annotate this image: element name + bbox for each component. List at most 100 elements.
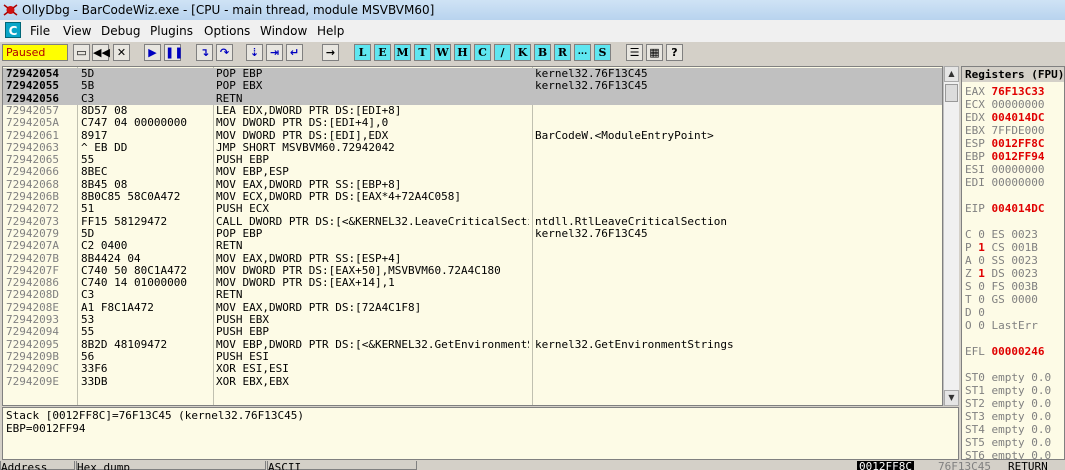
register-line[interactable]: D 0 [965, 306, 992, 319]
register-line[interactable] [965, 189, 972, 202]
register-line[interactable]: C 0 ES 0023 [965, 228, 1038, 241]
register-line[interactable]: ESP 0012FF8C [965, 137, 1044, 150]
colors-icon[interactable]: ▦ [646, 44, 663, 61]
step-over-icon[interactable]: ↷ [216, 44, 233, 61]
disasm-row[interactable]: 72942068 8B45 08 MOV EAX,DWORD PTR SS:[EBP… [3, 179, 942, 191]
run-trace-window-button[interactable]: ... [574, 44, 591, 61]
disasm-row[interactable]: 72942079 5D POP EBP kernel32.76F13C45 [3, 228, 942, 240]
menu-file[interactable]: File [30, 24, 50, 38]
execute-till-return-icon[interactable]: ↵ [286, 44, 303, 61]
open-icon[interactable]: ▭ [73, 44, 90, 61]
register-line[interactable]: EBP 0012FF94 [965, 150, 1044, 163]
register-line[interactable]: EFL 00000246 [965, 345, 1044, 358]
disassembly-scrollbar[interactable]: ▲ ▼ [943, 66, 959, 406]
disasm-row[interactable]: 7294209B 56 PUSH ESI [3, 351, 942, 363]
register-line[interactable] [965, 358, 972, 371]
handles-window-button[interactable]: H [454, 44, 471, 61]
appearance-icon[interactable]: ☰ [626, 44, 643, 61]
menu-plugins[interactable]: Plugins [150, 24, 193, 38]
scroll-down-icon[interactable]: ▼ [944, 390, 959, 406]
dump-hex-header[interactable]: Hex dump [76, 461, 266, 470]
register-line[interactable]: Z 1 DS 0023 [965, 267, 1038, 280]
register-line[interactable]: ST5 empty 0.0 [965, 436, 1051, 449]
step-into-icon[interactable]: ↴ [196, 44, 213, 61]
register-line[interactable]: ECX 00000000 [965, 98, 1044, 111]
disasm-row[interactable]: 72942094 55 PUSH EBP [3, 326, 942, 338]
restart-icon[interactable]: ◀◀ [92, 44, 110, 61]
help-icon[interactable]: ? [666, 44, 683, 61]
run-icon[interactable]: ▶ [144, 44, 161, 61]
register-line[interactable] [965, 215, 972, 228]
register-line[interactable]: ST2 empty 0.0 [965, 397, 1051, 410]
disasm-row[interactable]: 72942066 8BEC MOV EBP,ESP [3, 166, 942, 178]
registers-header[interactable]: Registers (FPU) [962, 67, 1064, 82]
disasm-row[interactable]: 72942093 53 PUSH EBX [3, 314, 942, 326]
disasm-row[interactable]: 72942086 C740 14 01000000 MOV DWORD PTR DS… [3, 277, 942, 289]
disasm-row[interactable]: 7294209E 33DB XOR EBX,EBX [3, 376, 942, 388]
disasm-row[interactable]: 72942095 8B2D 48109472 MOV EBP,DWORD PTR D… [3, 339, 942, 351]
register-line[interactable]: ST4 empty 0.0 [965, 423, 1051, 436]
registers-pane[interactable]: Registers (FPU) EAX 76F13C33 ECX 00000000… [961, 66, 1065, 460]
register-line[interactable]: O 0 LastErr [965, 319, 1038, 332]
disasm-row[interactable]: 7294208E A1 F8C1A472 MOV EAX,DWORD PTR DS:… [3, 302, 942, 314]
trace-into-icon[interactable]: ⇣ [246, 44, 263, 61]
menu-view[interactable]: View [63, 24, 91, 38]
register-line[interactable]: ST0 empty 0.0 [965, 371, 1051, 384]
stack-selected-address[interactable]: 0012FF8C [857, 461, 914, 470]
log-window-button[interactable]: L [354, 44, 371, 61]
dump-ascii-header[interactable]: ASCII [267, 461, 417, 470]
disasm-row[interactable]: 7294207B 8B4424 04 MOV EAX,DWORD PTR SS:[E… [3, 253, 942, 265]
register-line[interactable]: ST1 empty 0.0 [965, 384, 1051, 397]
source-window-button[interactable]: S [594, 44, 611, 61]
pause-icon[interactable]: ❚❚ [164, 44, 183, 61]
close-icon[interactable]: ✕ [113, 44, 130, 61]
patches-window-button[interactable]: / [494, 44, 511, 61]
register-line[interactable]: A 0 SS 0023 [965, 254, 1038, 267]
threads-window-button[interactable]: T [414, 44, 431, 61]
disasm-row[interactable]: 72942065 55 PUSH EBP [3, 154, 942, 166]
disasm-row[interactable]: 72942072 51 PUSH ECX [3, 203, 942, 215]
disasm-row[interactable]: 72942056 C3 RETN [3, 92, 942, 105]
disassembly-pane[interactable]: 72942054 5D POP EBP kernel32.76F13C45 729420… [2, 66, 943, 406]
disasm-row[interactable]: 72942061 8917 MOV DWORD PTR DS:[EDI],EDX Ba… [3, 130, 942, 142]
call-stack-window-button[interactable]: K [514, 44, 531, 61]
trace-over-icon[interactable]: ⇥ [266, 44, 283, 61]
menu-debug[interactable]: Debug [101, 24, 140, 38]
register-line[interactable]: EAX 76F13C33 [965, 85, 1044, 98]
register-line[interactable]: ST3 empty 0.0 [965, 410, 1051, 423]
modules-window-button[interactable]: E [374, 44, 391, 61]
cpu-window-button[interactable]: C [474, 44, 491, 61]
register-line[interactable]: ESI 00000000 [965, 163, 1044, 176]
register-line[interactable]: EIP 004014DC [965, 202, 1044, 215]
references-window-button[interactable]: R [554, 44, 571, 61]
memory-window-button[interactable]: M [394, 44, 411, 61]
disasm-row[interactable]: 7294205A C747 04 00000000 MOV DWORD PTR DS… [3, 117, 942, 129]
register-line[interactable]: S 0 FS 003B [965, 280, 1038, 293]
windows-window-button[interactable]: W [434, 44, 451, 61]
disasm-row[interactable]: 7294207F C740 50 80C1A472 MOV DWORD PTR DS… [3, 265, 942, 277]
disasm-row[interactable]: 72942063 ^ EB DD JMP SHORT MSVBVM60.729420… [3, 142, 942, 154]
register-line[interactable]: EBX 7FFDE000 [965, 124, 1044, 137]
register-line[interactable] [965, 332, 972, 345]
menu-options[interactable]: Options [204, 24, 250, 38]
register-line[interactable]: T 0 GS 0000 [965, 293, 1038, 306]
menu-window[interactable]: Window [260, 24, 307, 38]
register-line[interactable]: EDI 00000000 [965, 176, 1044, 189]
disasm-row[interactable]: 7294207A C2 0400 RETN [3, 240, 942, 252]
disasm-row[interactable]: 7294209C 33F6 XOR ESI,ESI [3, 363, 942, 375]
dump-address-header[interactable]: Address [0, 461, 75, 470]
register-line[interactable]: ST6 empty 0.0 [965, 449, 1051, 459]
breakpoints-window-button[interactable]: B [534, 44, 551, 61]
disasm-row[interactable]: 72942055 5B POP EBX kernel32.76F13C45 [3, 80, 942, 93]
menu-help[interactable]: Help [317, 24, 344, 38]
scroll-thumb[interactable] [945, 84, 958, 102]
disasm-row[interactable]: 72942054 5D POP EBP kernel32.76F13C45 [3, 68, 942, 81]
disasm-row[interactable]: 7294206B 8B0C85 58C0A472 MOV ECX,DWORD PTR… [3, 191, 942, 203]
cpu-window-icon[interactable]: C [5, 22, 21, 38]
disasm-row[interactable]: 7294208D C3 RETN [3, 289, 942, 301]
scroll-up-icon[interactable]: ▲ [944, 66, 959, 82]
register-line[interactable]: EDX 004014DC [965, 111, 1044, 124]
register-line[interactable]: P 1 CS 001B [965, 241, 1038, 254]
disasm-row[interactable]: 72942057 8D57 08 LEA EDX,DWORD PTR DS:[EDI… [3, 105, 942, 117]
disasm-row[interactable]: 72942073 FF15 58129472 CALL DWORD PTR DS:[… [3, 216, 942, 228]
